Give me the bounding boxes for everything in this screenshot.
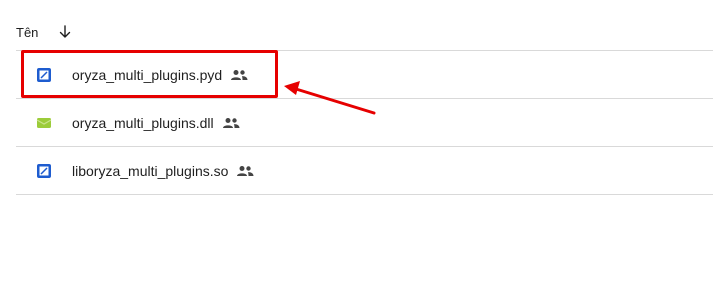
people-icon [236,165,254,177]
row-divider [16,194,713,195]
people-icon [230,69,248,81]
green-file-icon [36,115,52,131]
name-column-label[interactable]: Tên [16,25,38,40]
file-name[interactable]: liboryza_multi_plugins.so [72,163,254,179]
blue-file-icon [36,67,52,83]
file-name[interactable]: oryza_multi_plugins.dll [72,115,240,131]
sort-direction-button[interactable] [54,21,76,43]
file-row[interactable]: oryza_multi_plugins.pyd [16,51,713,98]
file-row[interactable]: liboryza_multi_plugins.so [16,147,713,194]
arrow-down-icon [60,25,71,38]
file-row[interactable]: oryza_multi_plugins.dll [16,99,713,146]
file-name[interactable]: oryza_multi_plugins.pyd [72,67,248,83]
file-name-label: liboryza_multi_plugins.so [72,162,229,179]
file-name-label: oryza_multi_plugins.dll [72,114,214,131]
people-icon [222,117,240,129]
file-list-header: Tên [16,18,76,46]
blue-file-icon [36,163,52,179]
file-name-label: oryza_multi_plugins.pyd [72,66,223,83]
